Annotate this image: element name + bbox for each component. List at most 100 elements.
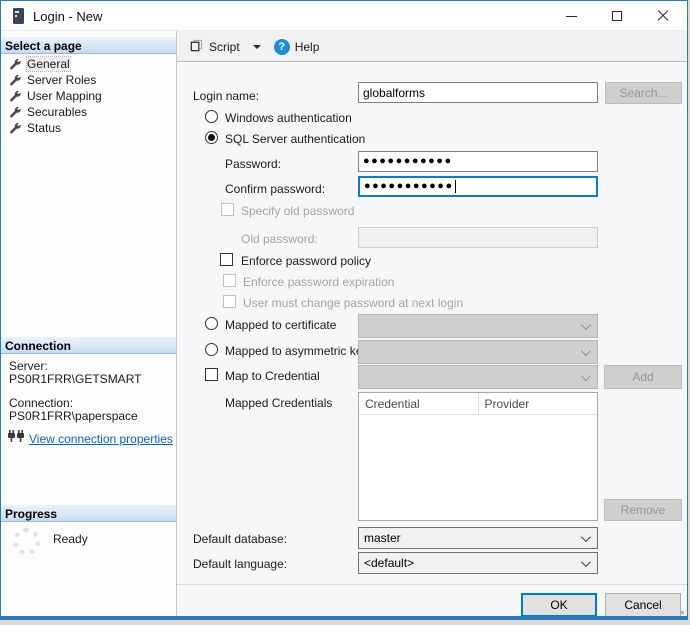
enforce-password-expiration-label: Enforce password expiration [243,275,394,289]
password-input[interactable]: ●●●●●●●●●●● [358,151,598,172]
progress-status: Ready [53,532,88,546]
default-database-dropdown[interactable]: master [358,527,598,549]
sidebar-item-label: Server Roles [27,73,96,87]
wrench-icon [9,89,22,105]
certificate-dropdown [358,314,598,338]
progress-header: Progress [1,505,176,522]
maximize-icon [612,11,622,21]
map-to-credential-checkbox[interactable] [205,368,218,381]
confirm-password-input[interactable]: ●●●●●●●●●●● [358,176,598,197]
wrench-icon [9,105,22,121]
provider-column-header[interactable]: Provider [479,393,598,414]
table-header-row: Credential Provider [359,393,597,415]
help-icon: ? [274,39,290,55]
sidebar-item-label: General [27,57,70,71]
windows-auth-radio[interactable] [205,110,218,123]
chevron-down-icon [581,532,591,542]
mapped-to-certificate-label[interactable]: Mapped to certificate [225,318,336,332]
script-button[interactable]: Script [185,36,244,58]
must-change-password-label: User must change password at next login [243,296,463,310]
search-button[interactable]: Search... [605,82,682,104]
remove-button[interactable]: Remove [604,499,682,521]
sidebar: Select a page General Server Roles User … [1,31,176,616]
add-button[interactable]: Add [604,365,682,389]
old-password-label: Old password: [241,232,318,246]
title-bar: Login - New [1,1,687,31]
credential-dropdown [358,365,598,389]
mapped-to-certificate-radio[interactable] [205,317,218,330]
cancel-button[interactable]: Cancel [605,593,681,617]
sidebar-item-label: Securables [27,105,87,119]
sql-auth-radio[interactable] [205,131,218,144]
old-password-input [358,227,598,248]
connection-value: PS0R1FRR\paperspace [9,409,138,423]
default-database-value: master [364,531,401,545]
confirm-password-value: ●●●●●●●●●●● [364,181,454,192]
minimize-icon [566,16,577,17]
password-value: ●●●●●●●●●●● [363,156,453,167]
confirm-password-label: Confirm password: [225,182,325,196]
chevron-down-icon [581,371,591,381]
sidebar-item-label: Status [27,121,61,135]
enforce-password-expiration-checkbox [223,274,236,287]
enforce-password-policy-checkbox[interactable] [220,253,233,266]
wrench-icon [9,121,22,137]
ok-button[interactable]: OK [521,593,597,617]
connection-properties-icon [8,430,26,446]
default-language-dropdown[interactable]: <default> [358,552,598,574]
credential-column-header[interactable]: Credential [359,393,479,414]
sidebar-item-securables[interactable]: Securables [1,104,176,120]
toolbar: Script ? Help [177,31,687,62]
login-new-dialog: Login - New Select a page General Server… [0,0,688,620]
default-database-label: Default database: [193,532,287,546]
server-login-icon [13,8,24,24]
close-button[interactable] [640,1,686,31]
login-name-label: Login name: [193,89,259,103]
mapped-to-asymmetric-key-radio[interactable] [205,343,218,356]
minimize-button[interactable] [548,1,594,31]
sidebar-item-status[interactable]: Status [1,120,176,136]
mapped-credentials-table[interactable]: Credential Provider [358,392,598,521]
sidebar-item-label: User Mapping [27,89,102,103]
script-icon [189,38,204,56]
map-to-credential-label[interactable]: Map to Credential [225,369,320,383]
specify-old-password-label: Specify old password [241,204,354,218]
help-button[interactable]: ? Help [270,37,324,57]
close-icon [657,10,669,22]
wrench-icon [9,73,22,89]
server-value: PS0R1FRR\GETSMART [9,372,141,386]
text-caret [455,180,456,193]
progress-spinner-icon [13,528,40,555]
chevron-down-icon [581,557,591,567]
resize-grip[interactable] [681,611,684,614]
connection-label: Connection: [9,396,73,410]
footer-divider [177,584,687,585]
sidebar-item-general[interactable]: General [1,56,176,72]
window-title: Login - New [33,9,102,24]
mapped-to-asymmetric-key-label[interactable]: Mapped to asymmetric key [225,344,368,358]
chevron-down-icon [581,320,591,330]
enforce-password-policy-label[interactable]: Enforce password policy [241,254,371,268]
asymmetric-key-dropdown [358,340,598,364]
maximize-button[interactable] [594,1,640,31]
password-label: Password: [225,157,281,171]
select-a-page-header: Select a page [1,37,176,54]
sidebar-item-server-roles[interactable]: Server Roles [1,72,176,88]
view-connection-properties-link[interactable]: View connection properties [29,432,173,446]
sql-auth-label[interactable]: SQL Server authentication [225,132,365,146]
windows-auth-label[interactable]: Windows authentication [225,111,352,125]
script-dropdown-button[interactable] [249,43,265,51]
mapped-credentials-label: Mapped Credentials [225,396,332,410]
server-label: Server: [9,359,48,373]
login-name-input[interactable]: globalforms [358,82,598,103]
chevron-down-icon [253,45,261,49]
script-button-label: Script [209,40,240,54]
specify-old-password-checkbox [221,203,234,216]
chevron-down-icon [581,346,591,356]
connection-header: Connection [1,337,176,354]
default-language-value: <default> [364,556,414,570]
wrench-icon [9,57,22,73]
sidebar-item-user-mapping[interactable]: User Mapping [1,88,176,104]
login-name-value: globalforms [363,86,425,100]
default-language-label: Default language: [193,557,287,571]
